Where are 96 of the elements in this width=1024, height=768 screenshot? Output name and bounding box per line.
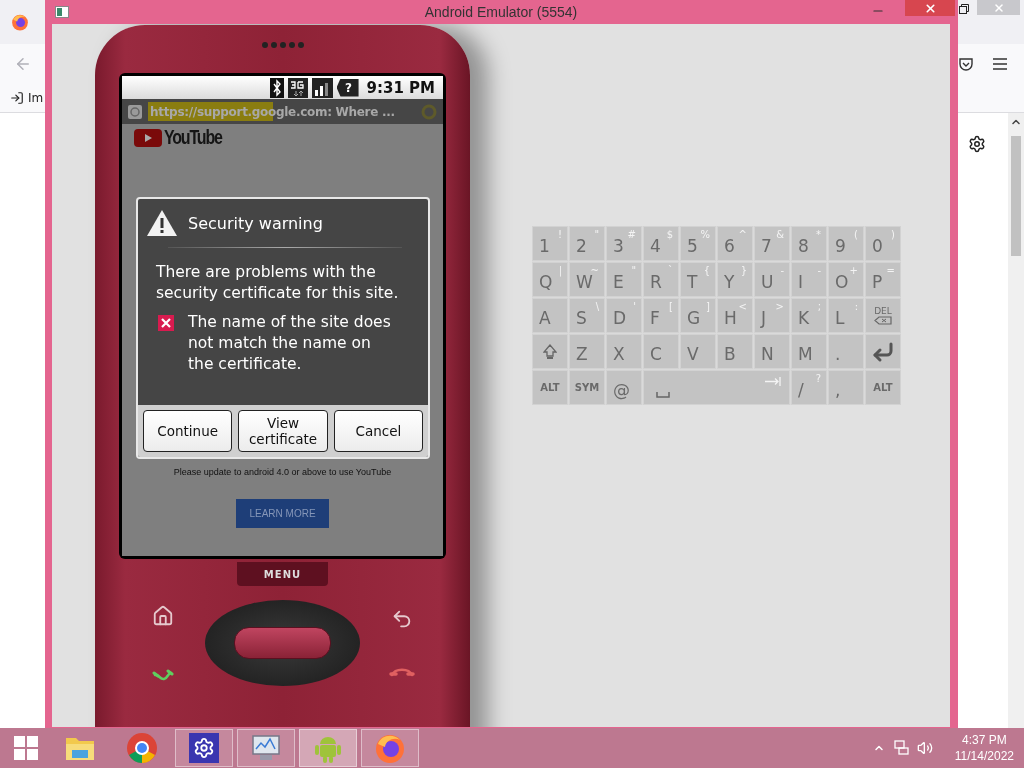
scrollbar-thumb[interactable]	[1011, 136, 1021, 256]
keyboard-key[interactable]: K ;	[791, 298, 827, 333]
keyboard-key[interactable]: N	[754, 334, 790, 369]
keyboard-key[interactable]: A	[532, 298, 568, 333]
keyboard-key[interactable]: SYM	[569, 370, 605, 405]
delete-key[interactable]: DEL	[865, 298, 901, 333]
keyboard-key[interactable]: W ~	[569, 262, 605, 297]
keyboard-key[interactable]: V	[680, 334, 716, 369]
keyboard-key[interactable]: M	[791, 334, 827, 369]
url-text: https://support.google.com: Where ...	[149, 104, 395, 119]
keyboard-key[interactable]: X	[606, 334, 642, 369]
backspace-icon	[874, 316, 892, 325]
close-icon	[923, 1, 937, 15]
window-title: Android Emulator (5554)	[424, 4, 578, 20]
shift-key[interactable]	[532, 334, 568, 369]
scrollbar[interactable]	[1008, 113, 1024, 728]
keyboard-key[interactable]: 2 "	[569, 226, 605, 261]
keyboard-key[interactable]: H <	[717, 298, 753, 333]
sign-in-icon[interactable]	[10, 91, 24, 105]
keyboard-key[interactable]: E "	[606, 262, 642, 297]
keyboard-key[interactable]: S \	[569, 298, 605, 333]
speaker-icon	[261, 42, 304, 48]
keyboard-key[interactable]: R `	[643, 262, 679, 297]
loading-icon	[421, 103, 437, 120]
keyboard-key[interactable]: U -	[754, 262, 790, 297]
keyboard-key[interactable]: L :	[828, 298, 864, 333]
flame-globe-icon[interactable]	[11, 13, 29, 31]
keyboard-key[interactable]: 4 $	[643, 226, 679, 261]
enter-key[interactable]	[865, 334, 901, 369]
keyboard-key[interactable]: ,	[828, 370, 864, 405]
keyboard-key[interactable]: / ?	[791, 370, 827, 405]
shift-icon	[543, 343, 557, 360]
clock-time: 9:31 PM	[366, 78, 435, 97]
battery-status: ?	[336, 78, 359, 97]
dialog-button[interactable]: Continue	[143, 410, 233, 452]
network-3g-icon	[287, 77, 308, 98]
keyboard-key[interactable]: D '	[606, 298, 642, 333]
taskbar-clock[interactable]: 4:37 PM 11/14/2022	[954, 732, 1014, 764]
keyboard-key[interactable]: I -	[791, 262, 827, 297]
close-icon	[992, 1, 1005, 14]
settings-icon[interactable]	[968, 135, 986, 153]
bluetooth-icon	[269, 77, 284, 98]
window-icon	[55, 6, 69, 18]
windows-icon	[13, 736, 38, 760]
keyboard-key[interactable]: 5 %	[680, 226, 716, 261]
home-icon[interactable]	[152, 604, 174, 627]
keyboard-key[interactable]: C	[643, 334, 679, 369]
keyboard-key[interactable]: Z	[569, 334, 605, 369]
keyboard-key[interactable]: B	[717, 334, 753, 369]
taskbar-app[interactable]	[175, 729, 233, 767]
monitor-icon	[250, 733, 282, 763]
update-notice: Please update to android 4.0 or above to use YouTube	[173, 467, 392, 477]
space-icon	[656, 392, 670, 398]
learn-more-button[interactable]: LEARN MORE	[236, 499, 329, 528]
dialog-message: There are problems with the security certificate for this site.	[156, 262, 400, 304]
keyboard-key[interactable]: 0 )	[865, 226, 901, 261]
keyboard-key[interactable]: @	[606, 370, 642, 405]
keyboard-key[interactable]: J >	[754, 298, 790, 333]
error-icon	[158, 315, 174, 331]
keyboard-key[interactable]: 6 ^	[717, 226, 753, 261]
pocket-icon[interactable]	[958, 56, 974, 72]
keyboard-key[interactable]: 3 #	[606, 226, 642, 261]
gear-icon	[189, 733, 219, 763]
circle-logo-icon	[126, 732, 158, 764]
logo-text: YouTube	[164, 126, 222, 149]
favicon-icon	[128, 104, 142, 119]
keyboard-key[interactable]: 7 &	[754, 226, 790, 261]
keyboard-key[interactable]: Q |	[532, 262, 568, 297]
flame-globe-icon	[374, 732, 406, 764]
menu-key[interactable]: MENU	[237, 562, 328, 586]
tab-arrow-icon	[765, 377, 781, 386]
keyboard-key[interactable]: T {	[680, 262, 716, 297]
bookmark-label[interactable]: Im	[28, 91, 44, 105]
keyboard-key[interactable]: F [	[643, 298, 679, 333]
keyboard-key[interactable]: Y }	[717, 262, 753, 297]
keyboard-key[interactable]: .	[828, 334, 864, 369]
keyboard-key[interactable]: 9 (	[828, 226, 864, 261]
play-logo-icon	[134, 128, 162, 147]
restore-icon[interactable]	[959, 4, 969, 14]
keyboard-key[interactable]: ALT	[865, 370, 901, 405]
keyboard-key[interactable]: G ]	[680, 298, 716, 333]
keyboard-key[interactable]: P =	[865, 262, 901, 297]
keyboard-key[interactable]: 1 !	[532, 226, 568, 261]
keyboard-key[interactable]: 8 *	[791, 226, 827, 261]
signal-icon	[311, 77, 333, 98]
dialog-title: Security warning	[188, 213, 323, 233]
network-icon[interactable]	[892, 740, 909, 756]
menu-icon[interactable]	[992, 57, 1008, 71]
dialog-button[interactable]: View certificate	[238, 410, 328, 452]
close-button[interactable]	[905, 0, 955, 16]
keyboard-key[interactable]: ALT	[532, 370, 568, 405]
keyboard-key[interactable]: O +	[828, 262, 864, 297]
error-text: The name of the site does not match the name on the certificate.	[188, 312, 392, 375]
speaker-icon[interactable]	[916, 740, 933, 756]
dialog-button[interactable]: Cancel	[333, 410, 423, 452]
warning-icon	[146, 209, 178, 237]
